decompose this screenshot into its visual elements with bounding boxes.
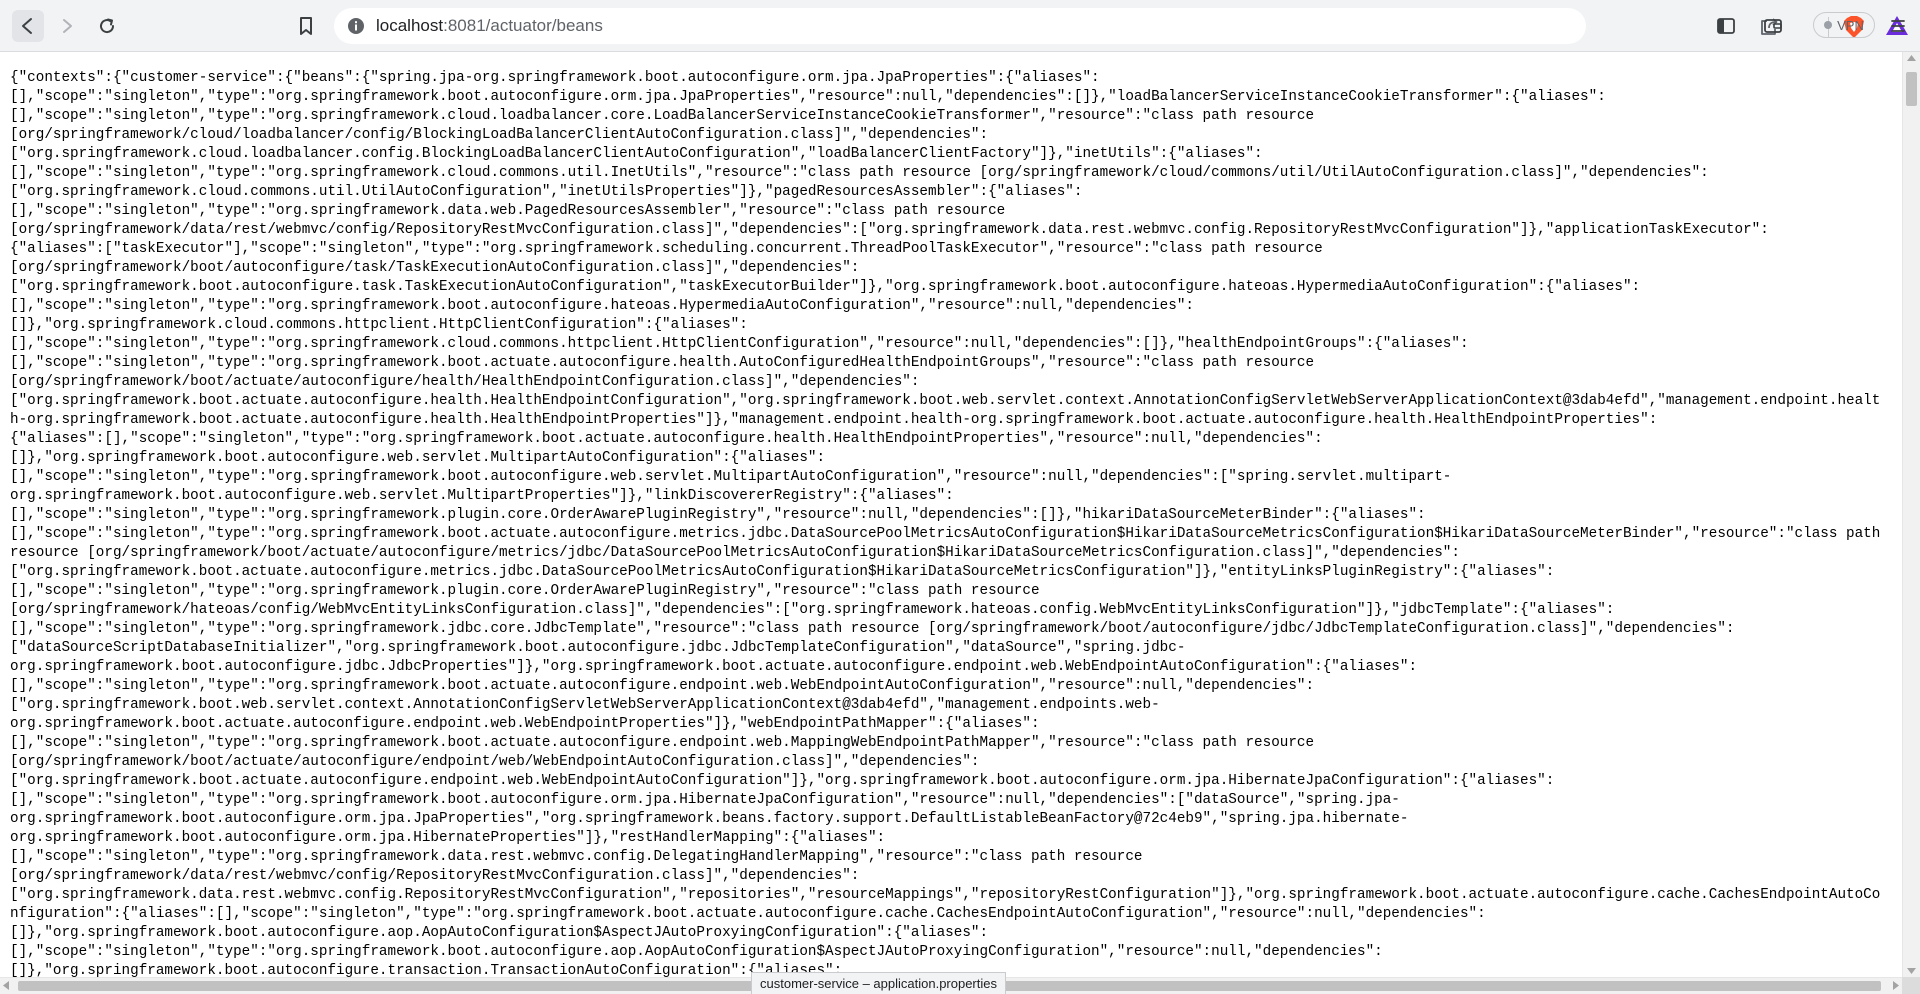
forward-button[interactable] bbox=[51, 10, 83, 42]
bookmark-icon bbox=[300, 17, 312, 35]
info-icon bbox=[348, 18, 364, 34]
scroll-right-arrow-icon[interactable] bbox=[1893, 981, 1899, 990]
json-response-text: {"contexts":{"customer-service":{"beans"… bbox=[10, 70, 1881, 977]
scrollbar-corner bbox=[1902, 977, 1920, 994]
url-host: localhost bbox=[376, 16, 444, 35]
scroll-up-arrow-icon[interactable] bbox=[1907, 55, 1916, 61]
menu-icon bbox=[1891, 20, 1905, 32]
sidebar-button[interactable] bbox=[1710, 10, 1742, 42]
menu-button[interactable] bbox=[1882, 10, 1914, 42]
wallet-button[interactable] bbox=[1757, 10, 1789, 42]
bookmark-button[interactable] bbox=[290, 10, 322, 42]
wallet-icon bbox=[1764, 19, 1782, 33]
scroll-down-arrow-icon[interactable] bbox=[1907, 968, 1916, 974]
vpn-status-dot bbox=[1824, 21, 1833, 29]
browser-toolbar: localhost:8081/actuator/beans VPN bbox=[0, 0, 1920, 52]
back-button[interactable] bbox=[12, 10, 44, 42]
page-content: {"contexts":{"customer-service":{"beans"… bbox=[0, 52, 1902, 977]
vertical-scroll-thumb[interactable] bbox=[1906, 72, 1917, 106]
address-bar[interactable]: localhost:8081/actuator/beans bbox=[334, 8, 1908, 44]
back-arrow-icon bbox=[22, 18, 32, 34]
reload-button[interactable] bbox=[91, 10, 123, 42]
sidebar-icon bbox=[1717, 18, 1735, 34]
vpn-button[interactable]: VPN bbox=[1813, 12, 1875, 38]
forward-arrow-icon bbox=[63, 19, 72, 33]
vpn-label: VPN bbox=[1837, 17, 1864, 33]
url-text[interactable]: localhost:8081/actuator/beans bbox=[376, 16, 603, 36]
status-bubble: customer-service – application.propertie… bbox=[751, 972, 1006, 994]
reload-icon bbox=[100, 18, 115, 34]
site-info-button[interactable] bbox=[346, 16, 366, 36]
scroll-left-arrow-icon[interactable] bbox=[3, 981, 9, 990]
url-path: :8081/actuator/beans bbox=[443, 16, 603, 35]
vertical-scrollbar[interactable] bbox=[1902, 52, 1920, 977]
